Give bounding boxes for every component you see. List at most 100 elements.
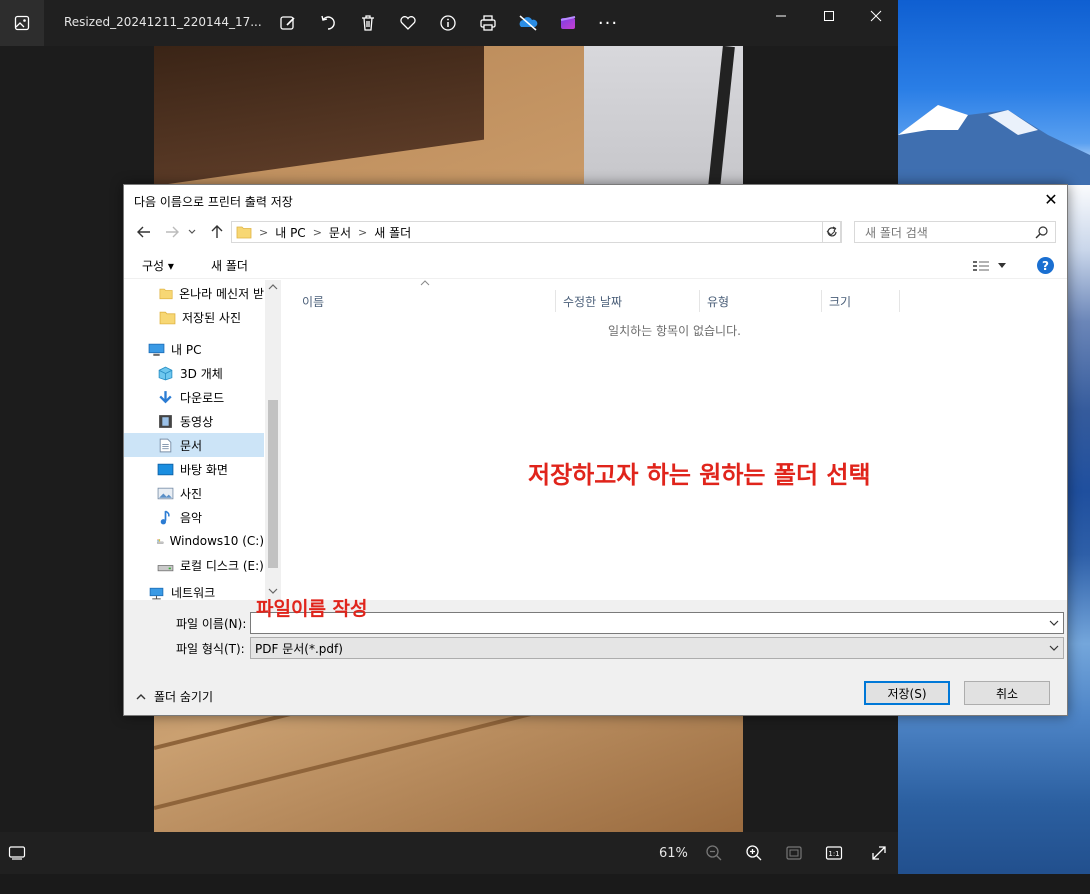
breadcrumb-item[interactable]: 내 PC (275, 224, 305, 241)
actual-size-icon[interactable]: 1:1 (823, 842, 845, 864)
info-icon[interactable] (437, 12, 459, 34)
drive-icon (157, 538, 164, 544)
fit-to-window-icon[interactable] (783, 842, 805, 864)
delete-icon[interactable] (357, 12, 379, 34)
breadcrumb-separator-icon: > (358, 225, 368, 239)
column-header-date-modified[interactable]: 수정한 날짜 (556, 290, 700, 312)
help-button[interactable]: ? (1037, 257, 1054, 274)
nav-item-label: 문서 (180, 438, 203, 453)
filename-field[interactable] (250, 612, 1064, 634)
nav-item-3d-objects[interactable]: 3D 개체 (124, 361, 264, 385)
save-print-output-dialog: 다음 이름으로 프린터 출력 저장 ✕ > 내 PC > 문서 > 새 폴더 새… (123, 184, 1068, 716)
drive-icon (157, 564, 174, 571)
zoom-out-icon[interactable] (703, 842, 725, 864)
filmstrip-icon[interactable] (6, 842, 28, 864)
zoom-in-icon[interactable] (743, 842, 765, 864)
address-bar[interactable]: > 내 PC > 문서 > 새 폴더 (231, 221, 841, 243)
filetype-select[interactable]: PDF 문서(*.pdf) (250, 637, 1064, 659)
scroll-up-icon[interactable] (265, 282, 281, 292)
view-options-button[interactable] (972, 256, 1012, 276)
dialog-close-button[interactable]: ✕ (1041, 189, 1061, 209)
nav-item-label: 네트워크 (171, 585, 216, 600)
photos-bottombar: 61% 1:1 (0, 832, 898, 874)
chevron-up-icon (136, 693, 146, 699)
organize-button[interactable]: 구성 ▾ (142, 257, 174, 274)
onedrive-icon[interactable] (517, 12, 539, 34)
filename-input[interactable] (251, 613, 1041, 633)
nav-item-label: 로컬 디스크 (E:) (180, 558, 264, 573)
zoom-level: 61% (659, 846, 688, 861)
navigation-scrollbar[interactable] (265, 280, 281, 600)
minimize-icon[interactable] (770, 6, 792, 26)
column-header-size[interactable]: 크기 (822, 290, 900, 312)
filetype-label: 파일 형식(T): (176, 642, 245, 656)
nav-item-label: Windows10 (C:) (169, 534, 264, 548)
folder-icon (159, 311, 176, 324)
clipchamp-icon[interactable] (557, 12, 579, 34)
more-icon[interactable]: ··· (597, 12, 619, 34)
nav-item-videos[interactable]: 동영상 (124, 409, 264, 433)
pictures-icon (157, 487, 174, 499)
folder-icon (159, 288, 173, 299)
close-icon[interactable] (865, 6, 887, 26)
nav-item-label: 바탕 화면 (180, 462, 228, 477)
video-icon (159, 414, 172, 428)
file-list: 이름 수정한 날짜 유형 크기 일치하는 항목이 없습니다. 저장하고자 하는 … (282, 280, 1067, 600)
nav-item-drive-c[interactable]: Windows10 (C:) (124, 529, 264, 553)
search-input[interactable]: 새 폴더 검색 (854, 221, 1056, 243)
music-icon (160, 509, 170, 524)
scrollbar-thumb[interactable] (268, 400, 278, 568)
nav-item-onnara-messenger[interactable]: 온나라 메신저 받 (124, 281, 264, 305)
nav-item-label: 음악 (180, 510, 203, 525)
new-folder-button[interactable]: 새 폴더 (211, 257, 248, 274)
fullscreen-icon[interactable] (868, 842, 890, 864)
forward-button[interactable] (162, 222, 182, 242)
column-header-name[interactable]: 이름 (295, 290, 556, 312)
dialog-title: 다음 이름으로 프린터 출력 저장 (134, 195, 293, 209)
nav-item-label: 내 PC (171, 342, 202, 357)
edit-icon[interactable] (277, 12, 299, 34)
nav-item-downloads[interactable]: 다운로드 (124, 385, 264, 409)
nav-item-label: 3D 개체 (180, 366, 223, 381)
up-button[interactable] (207, 222, 227, 242)
column-header-type[interactable]: 유형 (700, 290, 822, 312)
cancel-button[interactable]: 취소 (964, 681, 1050, 705)
chevron-down-icon[interactable] (1049, 616, 1059, 630)
nav-item-label: 다운로드 (180, 390, 225, 405)
nav-item-pictures[interactable]: 사진 (124, 481, 264, 505)
nav-item-drive-e[interactable]: 로컬 디스크 (E:) (124, 553, 264, 577)
breadcrumb-item[interactable]: 새 폴더 (374, 224, 411, 241)
search-placeholder: 새 폴더 검색 (865, 225, 928, 240)
navigation-pane: 온나라 메신저 받 저장된 사진 내 PC 3D 개체 다운로드 동영상 문서 (124, 280, 281, 600)
pc-icon (148, 343, 165, 356)
rotate-icon[interactable] (317, 12, 339, 34)
back-button[interactable] (134, 222, 154, 242)
taskbar (0, 874, 1090, 894)
desktop-icon (157, 463, 174, 475)
nav-item-label: 사진 (180, 486, 203, 501)
save-button[interactable]: 저장(S) (864, 681, 950, 705)
maximize-icon[interactable] (818, 6, 840, 26)
nav-item-saved-pictures[interactable]: 저장된 사진 (124, 305, 264, 329)
recent-locations-chevron-icon[interactable] (186, 222, 198, 242)
folder-icon (236, 226, 252, 239)
print-icon[interactable] (477, 12, 499, 34)
filetype-value: PDF 문서(*.pdf) (255, 641, 343, 656)
nav-item-music[interactable]: 음악 (124, 505, 264, 529)
nav-item-network[interactable]: 네트워크 (124, 580, 264, 600)
photos-app-icon[interactable] (0, 0, 44, 46)
refresh-icon (827, 226, 837, 237)
nav-item-documents[interactable]: 문서 (124, 433, 264, 457)
favorite-icon[interactable] (397, 12, 419, 34)
hide-folders-toggle[interactable]: 폴더 숨기기 (136, 688, 213, 705)
view-list-icon (973, 261, 989, 271)
cube-icon (158, 366, 173, 380)
refresh-button[interactable] (822, 221, 842, 243)
nav-item-desktop[interactable]: 바탕 화면 (124, 457, 264, 481)
nav-item-this-pc[interactable]: 내 PC (124, 337, 264, 361)
search-icon (1035, 226, 1048, 239)
breadcrumb-item[interactable]: 문서 (329, 224, 351, 241)
command-bar: 구성 ▾ 새 폴더 ? (124, 253, 1067, 279)
breadcrumb-separator-icon: > (312, 225, 322, 239)
download-icon (159, 390, 172, 403)
